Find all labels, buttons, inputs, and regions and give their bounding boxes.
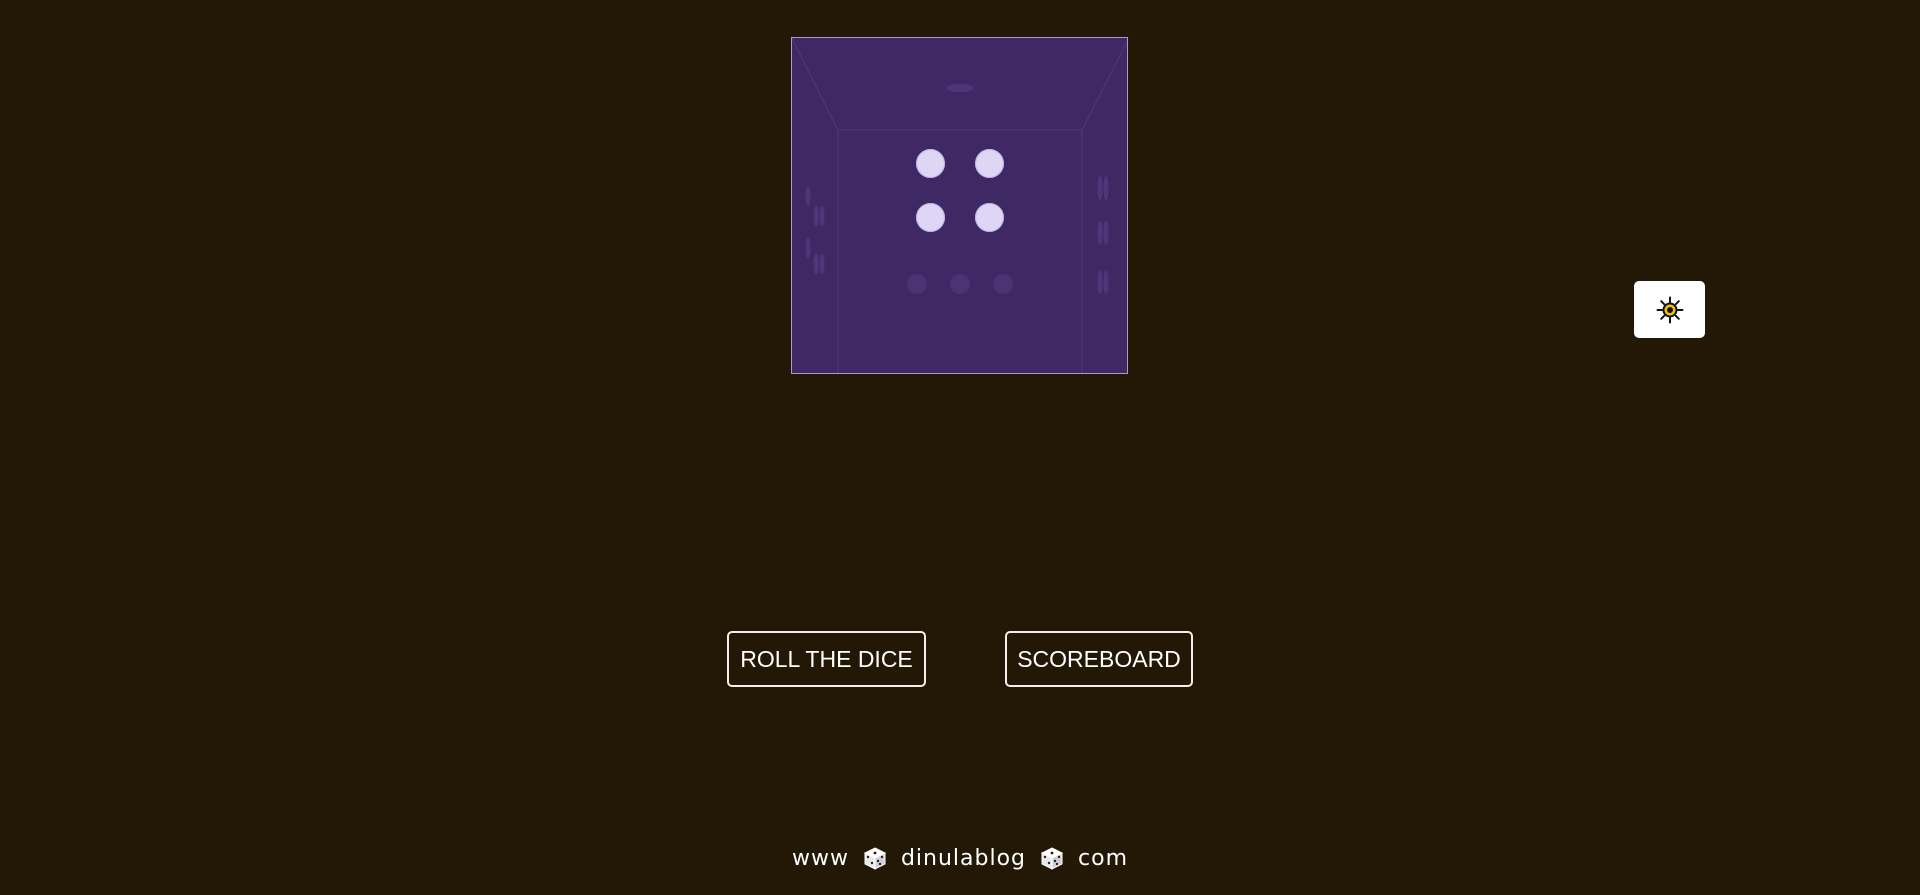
- bottom-face-pip: [907, 274, 927, 294]
- dice-pip: [916, 203, 945, 232]
- dice-perspective-lines: [792, 38, 1127, 373]
- theme-toggle-button[interactable]: [1634, 281, 1705, 338]
- die-icon: [863, 847, 887, 870]
- right-face-pips: [1097, 176, 1109, 294]
- footer-site-link[interactable]: www dinulablog com: [0, 838, 1920, 878]
- scoreboard-button[interactable]: SCOREBOARD: [1005, 631, 1193, 687]
- footer-text-com: com: [1078, 845, 1129, 871]
- dice[interactable]: [791, 37, 1128, 374]
- left-face-pips: [805, 186, 825, 274]
- top-face-pip: [946, 84, 974, 92]
- die-icon: [1040, 847, 1064, 870]
- dice-pip: [975, 203, 1004, 232]
- roll-dice-button[interactable]: ROLL THE DICE: [727, 631, 926, 687]
- dice-pip: [975, 149, 1004, 178]
- bottom-face-pip: [950, 274, 970, 294]
- game-stage: ROLL THE DICE SCOREBOARD www dinulablog: [0, 0, 1920, 895]
- dice-pip: [916, 149, 945, 178]
- bottom-face-pip: [993, 274, 1013, 294]
- sun-icon: [1656, 296, 1683, 323]
- footer-text-www: www: [791, 845, 849, 871]
- footer-text-domain: dinulablog: [900, 845, 1027, 871]
